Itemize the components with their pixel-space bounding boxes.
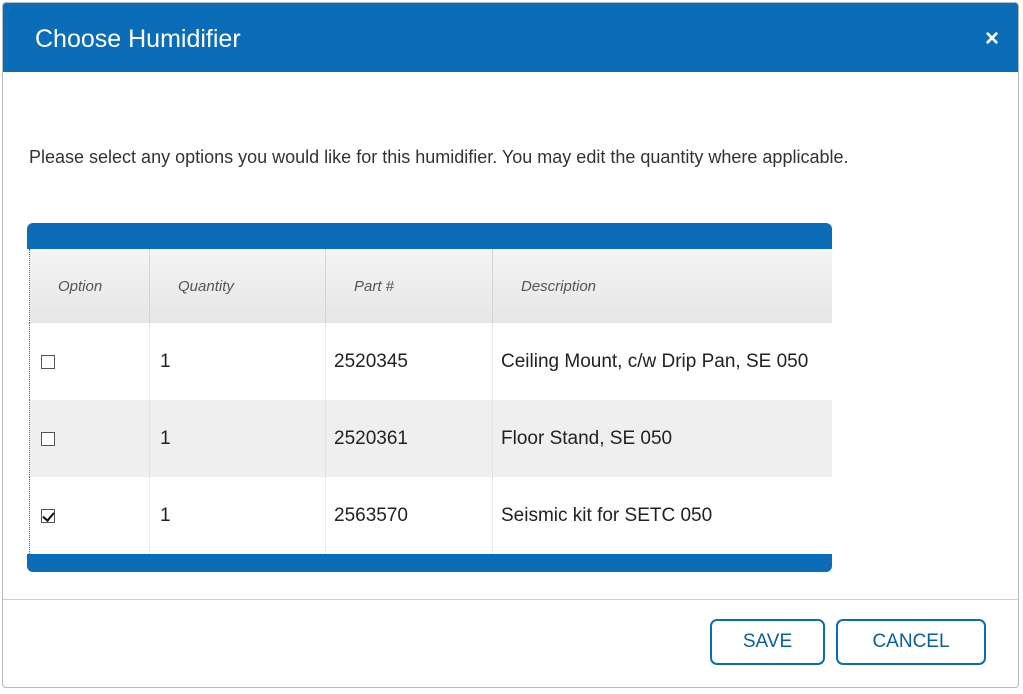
- cancel-button[interactable]: CANCEL: [836, 619, 986, 665]
- column-header-quantity[interactable]: Quantity: [149, 249, 326, 323]
- grid-footer-bar: [27, 554, 832, 572]
- option-cell: [29, 477, 150, 554]
- options-grid: Option Quantity Part # Description 1 2520…: [27, 223, 832, 572]
- table-row[interactable]: 1 2520361 Floor Stand, SE 050: [29, 400, 832, 477]
- option-cell: [29, 400, 150, 477]
- save-button[interactable]: SAVE: [710, 619, 825, 665]
- close-icon[interactable]: ×: [980, 27, 1004, 51]
- quantity-cell[interactable]: 1: [149, 400, 326, 477]
- part-number-cell: 2563570: [325, 477, 493, 554]
- table-row[interactable]: 1 2563570 Seismic kit for SETC 050: [29, 477, 832, 554]
- dialog-title-bar: Choose Humidifier ×: [3, 3, 1018, 72]
- description-cell: Seismic kit for SETC 050: [501, 504, 713, 526]
- part-number-cell: 2520361: [325, 400, 493, 477]
- description-cell: Ceiling Mount, c/w Drip Pan, SE 050: [501, 350, 809, 372]
- footer-divider: [3, 599, 1018, 600]
- table-header-row: Option Quantity Part # Description: [29, 249, 832, 323]
- description-cell: Floor Stand, SE 050: [492, 400, 832, 477]
- options-table: Option Quantity Part # Description 1 2520…: [29, 249, 832, 554]
- part-number-cell: 2520345: [325, 323, 493, 400]
- option-checkbox[interactable]: [41, 354, 55, 369]
- instructions-text: Please select any options you would like…: [29, 147, 849, 167]
- option-checkbox[interactable]: [41, 431, 55, 446]
- table-row[interactable]: 1 2520345 Ceiling Mount, c/w Drip Pan, SE …: [29, 323, 832, 400]
- option-checkbox[interactable]: [41, 508, 55, 523]
- column-header-part[interactable]: Part #: [325, 249, 493, 323]
- grid-header-bar: [27, 223, 832, 249]
- column-header-description[interactable]: Description: [492, 249, 832, 323]
- column-header-option[interactable]: Option: [29, 249, 150, 323]
- quantity-cell[interactable]: 1: [149, 477, 326, 554]
- quantity-cell[interactable]: 1: [149, 323, 326, 400]
- dialog-title: Choose Humidifier: [35, 25, 241, 53]
- choose-humidifier-dialog: Choose Humidifier × Please select any op…: [2, 2, 1019, 688]
- option-cell: [29, 323, 150, 400]
